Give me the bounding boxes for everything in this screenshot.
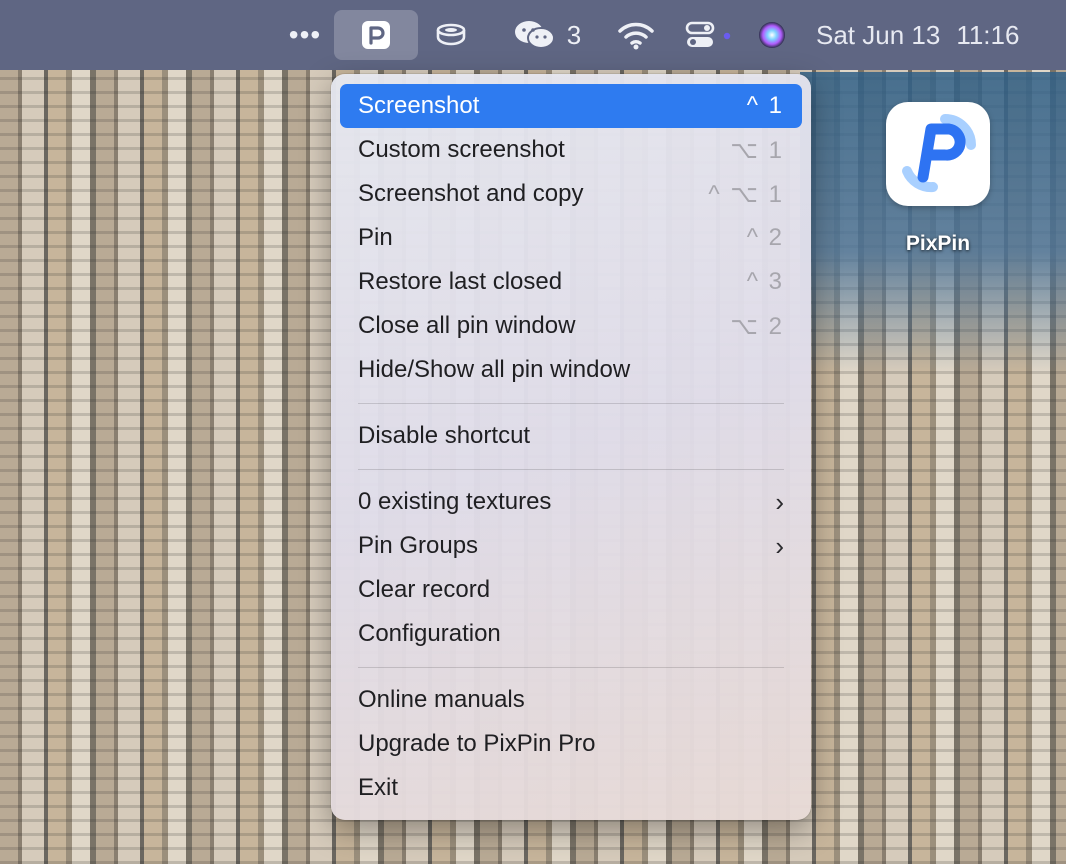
- menu-divider: [358, 667, 784, 668]
- menubar-time: 11:16: [956, 19, 1020, 50]
- pixpin-logo-glyph: [902, 114, 976, 193]
- menu-item-shortcut: ^ 1: [746, 92, 784, 119]
- control-center-icon[interactable]: [680, 0, 736, 70]
- pixpin-app-icon: [886, 102, 990, 206]
- pixpin-menubar-icon[interactable]: [334, 10, 418, 60]
- menu-divider: [358, 469, 784, 470]
- menu-item-shortcut: ⌥ 1: [730, 136, 784, 164]
- menu-item-label: Configuration: [358, 620, 501, 647]
- menu-item-label: Upgrade to PixPin Pro: [358, 730, 596, 757]
- menu-item-pin-groups[interactable]: Pin Groups ›: [340, 524, 802, 568]
- menu-item-clear-record[interactable]: Clear record: [340, 568, 802, 612]
- menu-item-shortcut: ^ ⌥ 1: [708, 180, 784, 208]
- pixpin-dropdown-menu: Screenshot ^ 1 Custom screenshot ⌥ 1 Scr…: [331, 74, 811, 820]
- menu-item-label: Online manuals: [358, 686, 525, 713]
- menubar-date: Sat Jun 13: [816, 19, 941, 50]
- menu-item-shortcut: ^ 2: [746, 224, 784, 251]
- menu-item-existing-textures[interactable]: 0 existing textures ›: [340, 480, 802, 524]
- wifi-glyph: [618, 22, 654, 50]
- menu-item-label: Disable shortcut: [358, 422, 531, 449]
- menu-item-online-manuals[interactable]: Online manuals: [340, 678, 802, 722]
- menu-item-configuration[interactable]: Configuration: [340, 612, 802, 656]
- menu-item-custom-screenshot[interactable]: Custom screenshot ⌥ 1: [340, 128, 802, 172]
- menu-divider: [358, 403, 784, 404]
- menu-item-label: Close all pin window: [358, 312, 576, 339]
- menu-item-label: Clear record: [358, 576, 491, 603]
- teacup-icon[interactable]: [428, 0, 474, 70]
- chevron-right-icon: ›: [775, 486, 784, 517]
- teacup-glyph: [436, 23, 466, 46]
- menu-item-label: Custom screenshot: [358, 136, 565, 163]
- menu-item-label: Screenshot and copy: [358, 180, 584, 207]
- menu-item-label: Pin: [358, 224, 393, 251]
- menu-item-close-all-pin-window[interactable]: Close all pin window ⌥ 2: [340, 304, 802, 348]
- menu-item-restore-last-closed[interactable]: Restore last closed ^ 3: [340, 260, 802, 304]
- chevron-right-icon: ›: [775, 530, 784, 561]
- menu-item-label: Exit: [358, 774, 399, 801]
- menubar-clock[interactable]: Sat Jun 13 11:16: [816, 0, 1048, 70]
- menu-item-shortcut: ^ 3: [746, 268, 784, 295]
- more-menu-extras-icon[interactable]: •••: [282, 0, 328, 70]
- desktop-app-pixpin[interactable]: PixPin: [880, 102, 996, 272]
- menu-item-hide-show-all-pin-window[interactable]: Hide/Show all pin window: [340, 348, 802, 392]
- siri-glyph: [759, 22, 785, 48]
- menu-item-exit[interactable]: Exit: [340, 766, 802, 810]
- menu-item-label: Restore last closed: [358, 268, 563, 295]
- menu-item-shortcut: ⌥ 2: [730, 312, 784, 340]
- menu-bar: ••• 3 Sat Jun 13 11:16: [0, 0, 1066, 70]
- menu-item-disable-shortcut[interactable]: Disable shortcut: [340, 414, 802, 458]
- siri-icon[interactable]: [752, 0, 792, 70]
- menu-item-label: 0 existing textures: [358, 488, 552, 515]
- wechat-badge-count: 3: [566, 19, 582, 50]
- desktop-app-label: PixPin: [905, 232, 971, 255]
- menu-item-screenshot[interactable]: Screenshot ^ 1: [340, 84, 802, 128]
- menu-item-label: Hide/Show all pin window: [358, 356, 631, 383]
- pixpin-glyph: [362, 21, 390, 49]
- control-center-glyph: [685, 21, 731, 47]
- menu-item-upgrade-pro[interactable]: Upgrade to PixPin Pro: [340, 722, 802, 766]
- menu-item-pin[interactable]: Pin ^ 2: [340, 216, 802, 260]
- menu-item-label: Pin Groups: [358, 532, 479, 559]
- menu-item-screenshot-and-copy[interactable]: Screenshot and copy ^ ⌥ 1: [340, 172, 802, 216]
- wechat-icon: [514, 21, 555, 49]
- menu-item-label: Screenshot: [358, 92, 480, 119]
- wechat-item[interactable]: 3: [504, 0, 590, 70]
- wifi-icon[interactable]: [614, 0, 658, 70]
